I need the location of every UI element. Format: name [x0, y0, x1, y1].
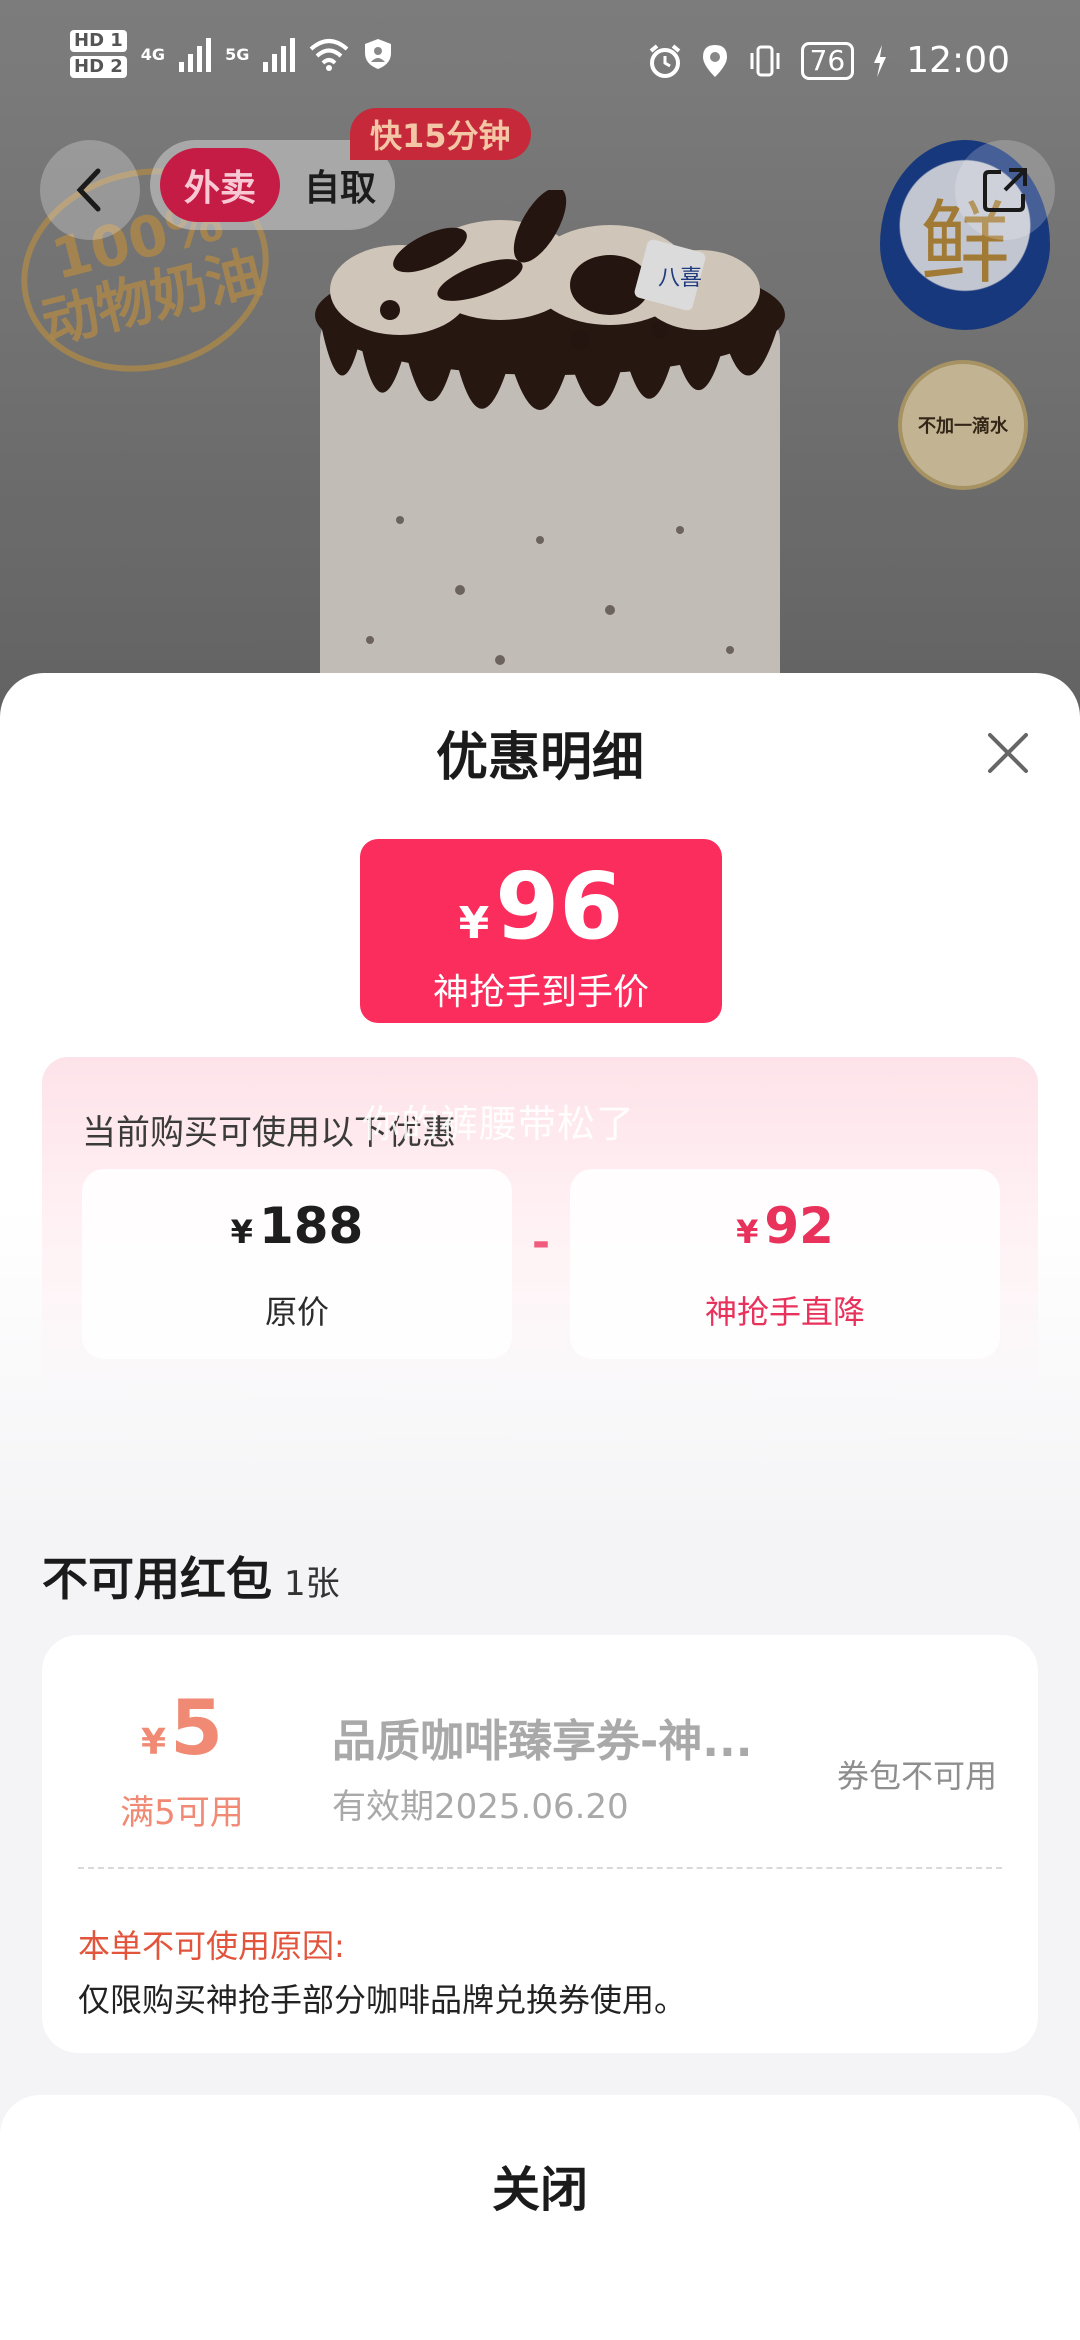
status-bar: HD 1 HD 2 4G 5G 76 12:00 — [0, 0, 1080, 120]
pickup-faster-badge: 快15分钟 — [350, 108, 531, 160]
alarm-icon — [649, 43, 680, 78]
vibrate-icon — [750, 45, 780, 76]
unavailable-reason-text: 仅限购买神抢手部分咖啡品牌兑换券使用。 — [78, 1981, 687, 2019]
final-price-label: 神抢手到手价 — [432, 972, 649, 1013]
coupon-card: ¥5 满5可用 品质咖啡臻享券-神... 有效期2025.06.20 券包不可用… — [42, 1635, 1038, 2053]
coupon-expiry: 有效期2025.06.20 — [332, 1787, 629, 1827]
back-button[interactable] — [40, 140, 140, 240]
network-type-1: 4G — [140, 44, 166, 64]
original-price-currency: ¥ — [230, 1213, 253, 1251]
privacy-shield-icon — [365, 39, 392, 69]
share-icon — [983, 168, 1027, 212]
wifi-icon — [310, 39, 349, 71]
chevron-left-icon — [76, 168, 101, 212]
tab-delivery[interactable]: 外卖 — [160, 148, 280, 222]
original-price-value: 188 — [258, 1197, 364, 1255]
discount-amount: ¥92 — [570, 1197, 1000, 1255]
final-price-value: 96 — [495, 853, 624, 960]
close-sheet-button[interactable]: 关闭 — [340, 2135, 740, 2235]
hd1-label: HD 1 — [70, 30, 127, 52]
location-icon — [702, 44, 727, 77]
unavailable-coupons-count: 1张 — [284, 1564, 340, 1604]
share-button[interactable] — [955, 140, 1055, 240]
coupon-amount: ¥5 — [82, 1683, 282, 1772]
watermark-text: 你的裤腰带松了 — [362, 1102, 636, 1146]
discount-value: 92 — [764, 1197, 834, 1255]
coupon-condition: 满5可用 — [120, 1793, 244, 1833]
discount-detail-sheet: 优惠明细 ¥96 神抢手到手价 当前购买可使用以下优惠 你的裤腰带松了 ¥188… — [0, 673, 1080, 2340]
hd2-label: HD 2 — [70, 56, 127, 78]
signal-icon-2 — [263, 36, 296, 72]
network-type-2: 5G — [225, 44, 250, 64]
original-price-label: 原价 — [264, 1293, 329, 1331]
coupon-currency: ¥ — [141, 1722, 167, 1763]
bottom-action-bar: 关闭 — [0, 2095, 1080, 2340]
close-icon — [988, 733, 1028, 773]
unavailable-reason-title: 本单不可使用原因: — [78, 1927, 345, 1965]
close-button[interactable] — [980, 725, 1036, 781]
unavailable-coupons-heading: 不可用红包 1张 — [42, 1543, 340, 1609]
discount-label: 神抢手直降 — [704, 1293, 865, 1331]
final-price-amount: ¥96 — [360, 853, 722, 960]
discount-currency: ¥ — [736, 1213, 759, 1251]
sheet-title: 优惠明细 — [435, 728, 644, 788]
battery-level: 76 — [800, 41, 855, 80]
final-price-pill: ¥96 神抢手到手价 — [360, 839, 722, 1023]
coupon-name: 品质咖啡臻享券-神... — [332, 1716, 753, 1767]
minus-operator: - — [531, 1217, 551, 1268]
price-breakdown-card: 当前购买可使用以下优惠 你的裤腰带松了 ¥188 原价 - ¥92 神抢手直降 — [42, 1057, 1038, 1397]
product-hero-image: 100% 动物奶油 八喜 鲜 不加一滴水 HD 1 HD 2 4G 5G 76 … — [0, 0, 1080, 720]
coupon-value: 5 — [170, 1683, 223, 1772]
clock: 12:00 — [906, 40, 1010, 81]
final-price-currency: ¥ — [458, 898, 490, 949]
coupon-divider — [78, 1867, 1002, 1869]
screen: 100% 动物奶油 八喜 鲜 不加一滴水 HD 1 HD 2 4G 5G 76 … — [0, 0, 1080, 2340]
discount-box: ¥92 神抢手直降 — [570, 1169, 1000, 1359]
hd-indicator: HD 1 HD 2 — [70, 30, 127, 78]
unavailable-coupons-title: 不可用红包 — [42, 1552, 272, 1606]
signal-icon-1 — [179, 36, 212, 72]
original-price-box: ¥188 原价 — [82, 1169, 512, 1359]
coupon-status: 券包不可用 — [837, 1757, 998, 1795]
original-price-amount: ¥188 — [82, 1197, 512, 1255]
charging-icon — [874, 44, 887, 77]
